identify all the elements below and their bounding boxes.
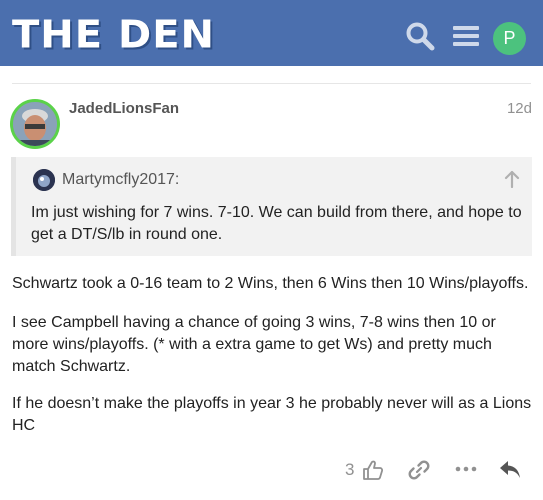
link-icon[interactable] — [408, 459, 430, 481]
post-paragraph: Schwartz took a 0-16 team to 2 Wins, the… — [12, 275, 529, 292]
poster-username[interactable]: JadedLionsFan — [69, 100, 179, 117]
more-options-icon[interactable] — [455, 462, 477, 476]
up-arrow-icon[interactable] — [504, 170, 520, 188]
post-paragraph: If he doesn’t make the playoffs in year … — [12, 395, 532, 434]
poster-photo-icon — [13, 102, 57, 146]
quoted-user-avatar[interactable] — [33, 169, 55, 191]
quoted-text: Im just wishing for 7 wins. 7-10. We can… — [31, 204, 522, 243]
hamburger-menu-icon[interactable] — [451, 21, 481, 51]
like-count: 3 — [345, 460, 355, 479]
search-icon[interactable] — [405, 21, 435, 51]
poster-avatar[interactable] — [10, 99, 60, 149]
post-date[interactable]: 12d — [507, 100, 532, 117]
divider — [12, 83, 531, 84]
post-paragraph: I see Campbell having a chance of going … — [12, 314, 496, 375]
site-header: THE DEN P — [0, 0, 543, 66]
quoted-username[interactable]: Martymcfly2017: — [62, 171, 179, 189]
current-user-avatar[interactable]: P — [493, 22, 526, 55]
reply-icon[interactable] — [498, 458, 522, 480]
quote-block: Martymcfly2017: Im just wishing for 7 wi… — [11, 157, 532, 256]
site-logo[interactable]: THE DEN — [12, 14, 215, 56]
quoted-avatar-icon — [33, 169, 55, 191]
thumbs-up-icon[interactable] — [362, 459, 384, 481]
